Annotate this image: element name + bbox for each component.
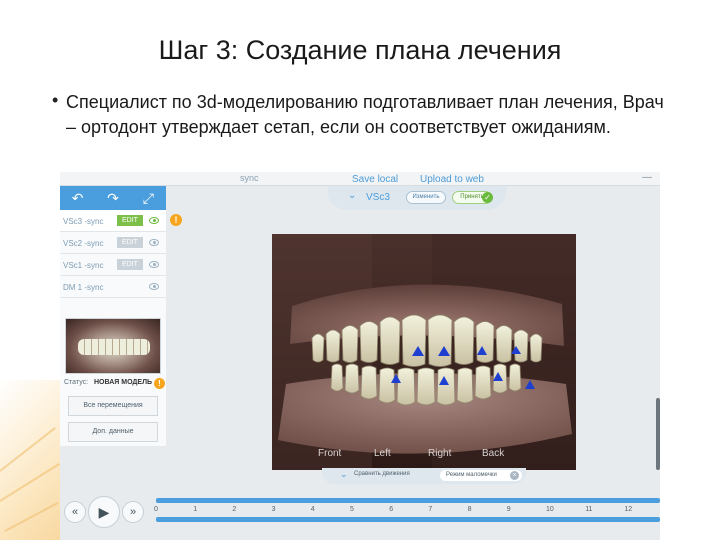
- sync-status-text: sync: [240, 173, 259, 183]
- playback-bar: « ▶ » 0 1 2 3 4 5 6 7 8 9 10 11 12: [60, 492, 660, 540]
- minimize-icon[interactable]: —: [642, 172, 652, 183]
- timeline-tick-label[interactable]: 8: [468, 506, 472, 513]
- version-name: VSc2 -sync: [63, 239, 104, 248]
- timeline-tick-label[interactable]: 4: [311, 506, 315, 513]
- version-name: DM 1 -sync: [63, 283, 104, 292]
- status-value: НОВАЯ МОДЕЛЬ: [94, 379, 153, 386]
- edit-button[interactable]: EDIT: [117, 259, 143, 270]
- timeline-tick-label[interactable]: 11: [585, 506, 592, 513]
- bullet-paragraph: Специалист по 3d-моделированию подготавл…: [52, 90, 672, 140]
- timeline-tick-label[interactable]: 9: [507, 506, 511, 513]
- timeline-tick-label[interactable]: 1: [193, 506, 197, 513]
- app-topbar: sync Save local Upload to web —: [60, 172, 660, 186]
- rewind-icon[interactable]: «: [64, 501, 86, 523]
- eye-icon[interactable]: [149, 261, 159, 268]
- timeline-tick-label[interactable]: 2: [232, 506, 236, 513]
- model-thumbnail[interactable]: [65, 318, 161, 374]
- warning-icon: !: [170, 214, 182, 226]
- view-left-button[interactable]: Left: [374, 448, 391, 459]
- slide-title: Шаг 3: Создание плана лечения: [158, 35, 562, 65]
- eye-icon[interactable]: [149, 283, 159, 290]
- ortho-app-window: sync Save local Upload to web — ↶ ↷ ⤢ VS…: [60, 172, 660, 540]
- chevron-down-icon[interactable]: ⌄: [348, 190, 356, 201]
- extra-data-button[interactable]: Доп. данные: [68, 422, 158, 442]
- version-row-dm1[interactable]: DM 1 -sync: [60, 276, 166, 298]
- warning-icon: !: [154, 378, 165, 389]
- view-front-button[interactable]: Front: [318, 448, 341, 459]
- expand-icon[interactable]: ⤢: [136, 188, 160, 208]
- forward-icon[interactable]: »: [122, 501, 144, 523]
- play-button[interactable]: ▶: [88, 496, 120, 528]
- timeline-tick-label[interactable]: 5: [350, 506, 354, 513]
- change-button[interactable]: Изменить: [406, 191, 446, 204]
- lower-timeline-track[interactable]: [156, 517, 660, 522]
- upper-timeline-track[interactable]: [156, 498, 660, 503]
- version-row-vsc1[interactable]: VSc1 -sync EDIT: [60, 254, 166, 276]
- scrollbar-handle[interactable]: [656, 398, 660, 470]
- bullet-body-text: Специалист по 3d-моделированию подготавл…: [66, 92, 664, 137]
- view-back-button[interactable]: Back: [482, 448, 504, 459]
- version-tab-label: VSc3: [366, 192, 390, 203]
- timeline-tick-label[interactable]: 10: [546, 506, 554, 513]
- undo-icon[interactable]: ↶: [66, 188, 90, 208]
- teeth-model-render: [272, 234, 576, 470]
- version-row-vsc2[interactable]: VSc2 -sync EDIT: [60, 232, 166, 254]
- panel-toolbar: ↶ ↷ ⤢: [60, 186, 166, 210]
- edit-button[interactable]: EDIT: [117, 215, 143, 226]
- timeline-tick-label[interactable]: 0: [154, 506, 158, 513]
- version-name: VSc1 -sync: [63, 261, 104, 270]
- all-moves-button[interactable]: Все перемещения: [68, 396, 158, 416]
- version-row-vsc3[interactable]: VSc3 -sync EDIT: [60, 210, 166, 232]
- timeline-tick-label[interactable]: 3: [272, 506, 276, 513]
- upload-to-web-link[interactable]: Upload to web: [420, 174, 484, 185]
- version-tab: ⌄ VSc3 Изменить Принять ✓: [328, 186, 506, 210]
- eye-icon[interactable]: [149, 239, 159, 246]
- thumbnail-teeth: [78, 339, 150, 355]
- eye-icon[interactable]: [149, 217, 159, 224]
- edit-button[interactable]: EDIT: [117, 237, 143, 248]
- chevron-down-icon[interactable]: ⌄: [340, 469, 348, 480]
- timeline-tick-label[interactable]: 12: [624, 506, 632, 513]
- bottom-options-tab: ⌄ Сравнить движения Режим маломечки ×: [322, 468, 526, 484]
- view-right-button[interactable]: Right: [428, 448, 451, 459]
- versions-panel: ↶ ↷ ⤢ VSc3 -sync EDIT VSc2 -sync EDIT VS…: [60, 186, 166, 446]
- timeline-tick-label[interactable]: 7: [428, 506, 432, 513]
- status-label: Статус:: [64, 379, 89, 386]
- 3d-model-viewport[interactable]: [272, 234, 576, 470]
- redo-icon[interactable]: ↷: [101, 188, 125, 208]
- version-name: VSc3 -sync: [63, 217, 104, 226]
- close-icon[interactable]: ×: [510, 471, 519, 480]
- check-icon: ✓: [482, 192, 493, 203]
- timeline-tick-label[interactable]: 6: [389, 506, 393, 513]
- save-local-link[interactable]: Save local: [352, 174, 398, 185]
- compare-moves-toggle[interactable]: Сравнить движения: [354, 471, 410, 477]
